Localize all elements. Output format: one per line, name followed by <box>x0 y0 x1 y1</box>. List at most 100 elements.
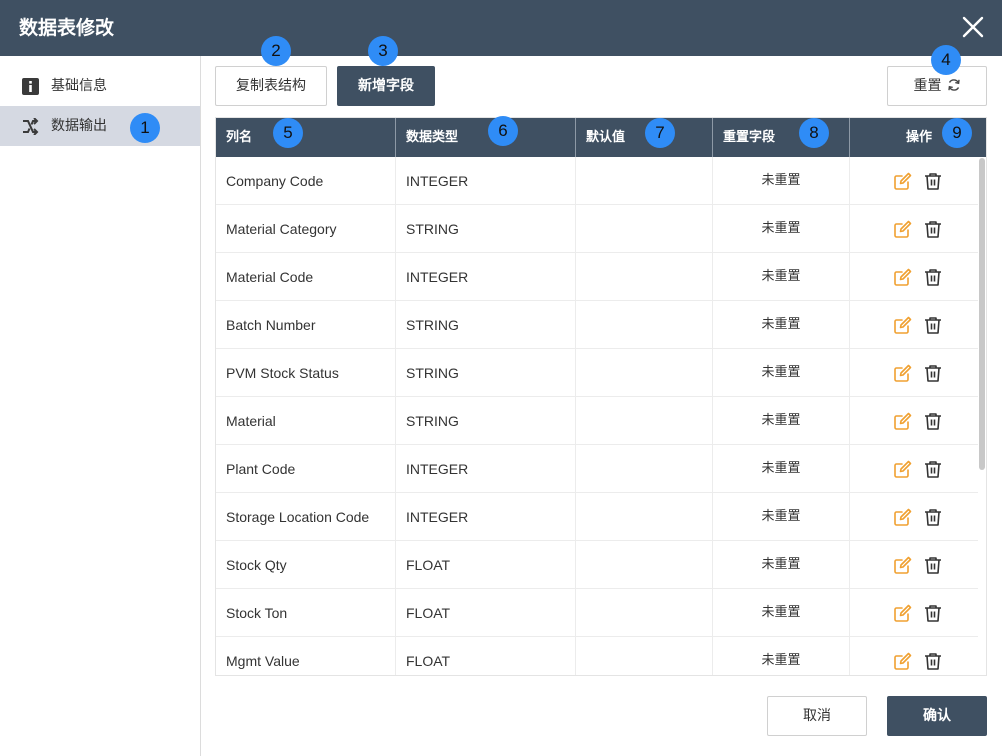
annotation-badge: 7 <box>645 118 675 148</box>
trash-icon[interactable] <box>923 219 943 239</box>
close-icon[interactable] <box>960 14 986 40</box>
table-header: 列名 数据类型 默认值 重置字段 操作 <box>216 118 986 157</box>
edit-icon[interactable] <box>893 411 913 431</box>
table-row: Storage Location Code INTEGER 未重置 <box>216 493 978 541</box>
trash-icon[interactable] <box>923 411 943 431</box>
cell-reset-status: 未重置 <box>713 205 850 253</box>
cell-reset-status: 未重置 <box>713 349 850 397</box>
table-row: Company Code INTEGER 未重置 <box>216 157 978 205</box>
cell-default-value <box>576 445 713 493</box>
edit-icon[interactable] <box>893 315 913 335</box>
cell-data-type: STRING <box>396 301 576 349</box>
column-header-reset: 重置字段 <box>713 118 850 157</box>
table-row: Mgmt Value FLOAT 未重置 <box>216 637 978 675</box>
edit-icon[interactable] <box>893 507 913 527</box>
cell-reset-status: 未重置 <box>713 397 850 445</box>
cell-data-type: FLOAT <box>396 541 576 589</box>
annotation-badge: 5 <box>273 118 303 148</box>
edit-icon[interactable] <box>893 219 913 239</box>
cancel-button[interactable]: 取消 <box>767 696 867 736</box>
annotation-badge: 8 <box>799 118 829 148</box>
dialog-title: 数据表修改 <box>19 17 115 39</box>
fields-table: 列名 数据类型 默认值 重置字段 操作 Company Code INTEGER 未… <box>215 117 987 676</box>
edit-icon[interactable] <box>893 363 913 383</box>
cell-data-type: INTEGER <box>396 493 576 541</box>
edit-icon[interactable] <box>893 555 913 575</box>
cell-default-value <box>576 301 713 349</box>
cell-column-name: PVM Stock Status <box>216 349 396 397</box>
annotation-badge: 9 <box>942 118 972 148</box>
cell-data-type: STRING <box>396 349 576 397</box>
cell-data-type: INTEGER <box>396 445 576 493</box>
trash-icon[interactable] <box>923 459 943 479</box>
trash-icon[interactable] <box>923 315 943 335</box>
cell-column-name: Material <box>216 397 396 445</box>
trash-icon[interactable] <box>923 507 943 527</box>
cell-column-name: Batch Number <box>216 301 396 349</box>
sidebar-item-basic-info[interactable]: 基础信息 <box>0 66 200 106</box>
edit-icon[interactable] <box>893 267 913 287</box>
reset-label: 重置 <box>913 78 942 94</box>
annotation-badge: 4 <box>931 45 961 75</box>
cell-default-value <box>576 205 713 253</box>
dialog-titlebar: 数据表修改 <box>0 0 1002 56</box>
column-header-name: 列名 <box>216 118 396 157</box>
trash-icon[interactable] <box>923 555 943 575</box>
table-row: Material STRING 未重置 <box>216 397 978 445</box>
column-header-default: 默认值 <box>576 118 713 157</box>
cell-reset-status: 未重置 <box>713 445 850 493</box>
table-row: Batch Number STRING 未重置 <box>216 301 978 349</box>
edit-icon[interactable] <box>893 459 913 479</box>
column-header-type: 数据类型 <box>396 118 576 157</box>
cell-default-value <box>576 589 713 637</box>
cell-data-type: INTEGER <box>396 157 576 205</box>
cell-default-value <box>576 253 713 301</box>
trash-icon[interactable] <box>923 651 943 671</box>
annotation-badge: 6 <box>488 116 518 146</box>
cell-data-type: STRING <box>396 397 576 445</box>
cell-data-type: FLOAT <box>396 589 576 637</box>
cell-data-type: FLOAT <box>396 637 576 675</box>
cell-default-value <box>576 397 713 445</box>
table-row: Stock Ton FLOAT 未重置 <box>216 589 978 637</box>
sidebar-item-label: 基础信息 <box>51 78 107 94</box>
table-row: Material Code INTEGER 未重置 <box>216 253 978 301</box>
edit-icon[interactable] <box>893 651 913 671</box>
cell-reset-status: 未重置 <box>713 541 850 589</box>
trash-icon[interactable] <box>923 603 943 623</box>
table-row: Stock Qty FLOAT 未重置 <box>216 541 978 589</box>
cell-data-type: STRING <box>396 205 576 253</box>
cell-reset-status: 未重置 <box>713 157 850 205</box>
trash-icon[interactable] <box>923 267 943 287</box>
annotation-badge: 3 <box>368 36 398 66</box>
table-row: Material Category STRING 未重置 <box>216 205 978 253</box>
table-row: PVM Stock Status STRING 未重置 <box>216 349 978 397</box>
cell-reset-status: 未重置 <box>713 253 850 301</box>
cell-column-name: Mgmt Value <box>216 637 396 675</box>
annotation-badge: 2 <box>261 36 291 66</box>
edit-icon[interactable] <box>893 171 913 191</box>
add-field-button[interactable]: 新增字段 <box>337 66 435 106</box>
cell-default-value <box>576 349 713 397</box>
cell-default-value <box>576 493 713 541</box>
cell-column-name: Plant Code <box>216 445 396 493</box>
refresh-icon <box>947 78 961 92</box>
cell-column-name: Material Category <box>216 205 396 253</box>
confirm-button[interactable]: 确认 <box>887 696 987 736</box>
copy-structure-button[interactable]: 复制表结构 <box>215 66 327 106</box>
cell-reset-status: 未重置 <box>713 301 850 349</box>
sidebar-item-data-output[interactable]: 数据输出 <box>0 106 200 146</box>
cell-default-value <box>576 157 713 205</box>
edit-icon[interactable] <box>893 603 913 623</box>
annotation-badge: 1 <box>130 113 160 143</box>
cell-reset-status: 未重置 <box>713 637 850 675</box>
trash-icon[interactable] <box>923 171 943 191</box>
table-scrollbar[interactable] <box>979 158 985 470</box>
cell-reset-status: 未重置 <box>713 493 850 541</box>
trash-icon[interactable] <box>923 363 943 383</box>
sidebar-item-label: 数据输出 <box>51 118 107 134</box>
shuffle-icon <box>22 118 39 135</box>
cell-column-name: Stock Qty <box>216 541 396 589</box>
cell-default-value <box>576 637 713 675</box>
cell-column-name: Material Code <box>216 253 396 301</box>
